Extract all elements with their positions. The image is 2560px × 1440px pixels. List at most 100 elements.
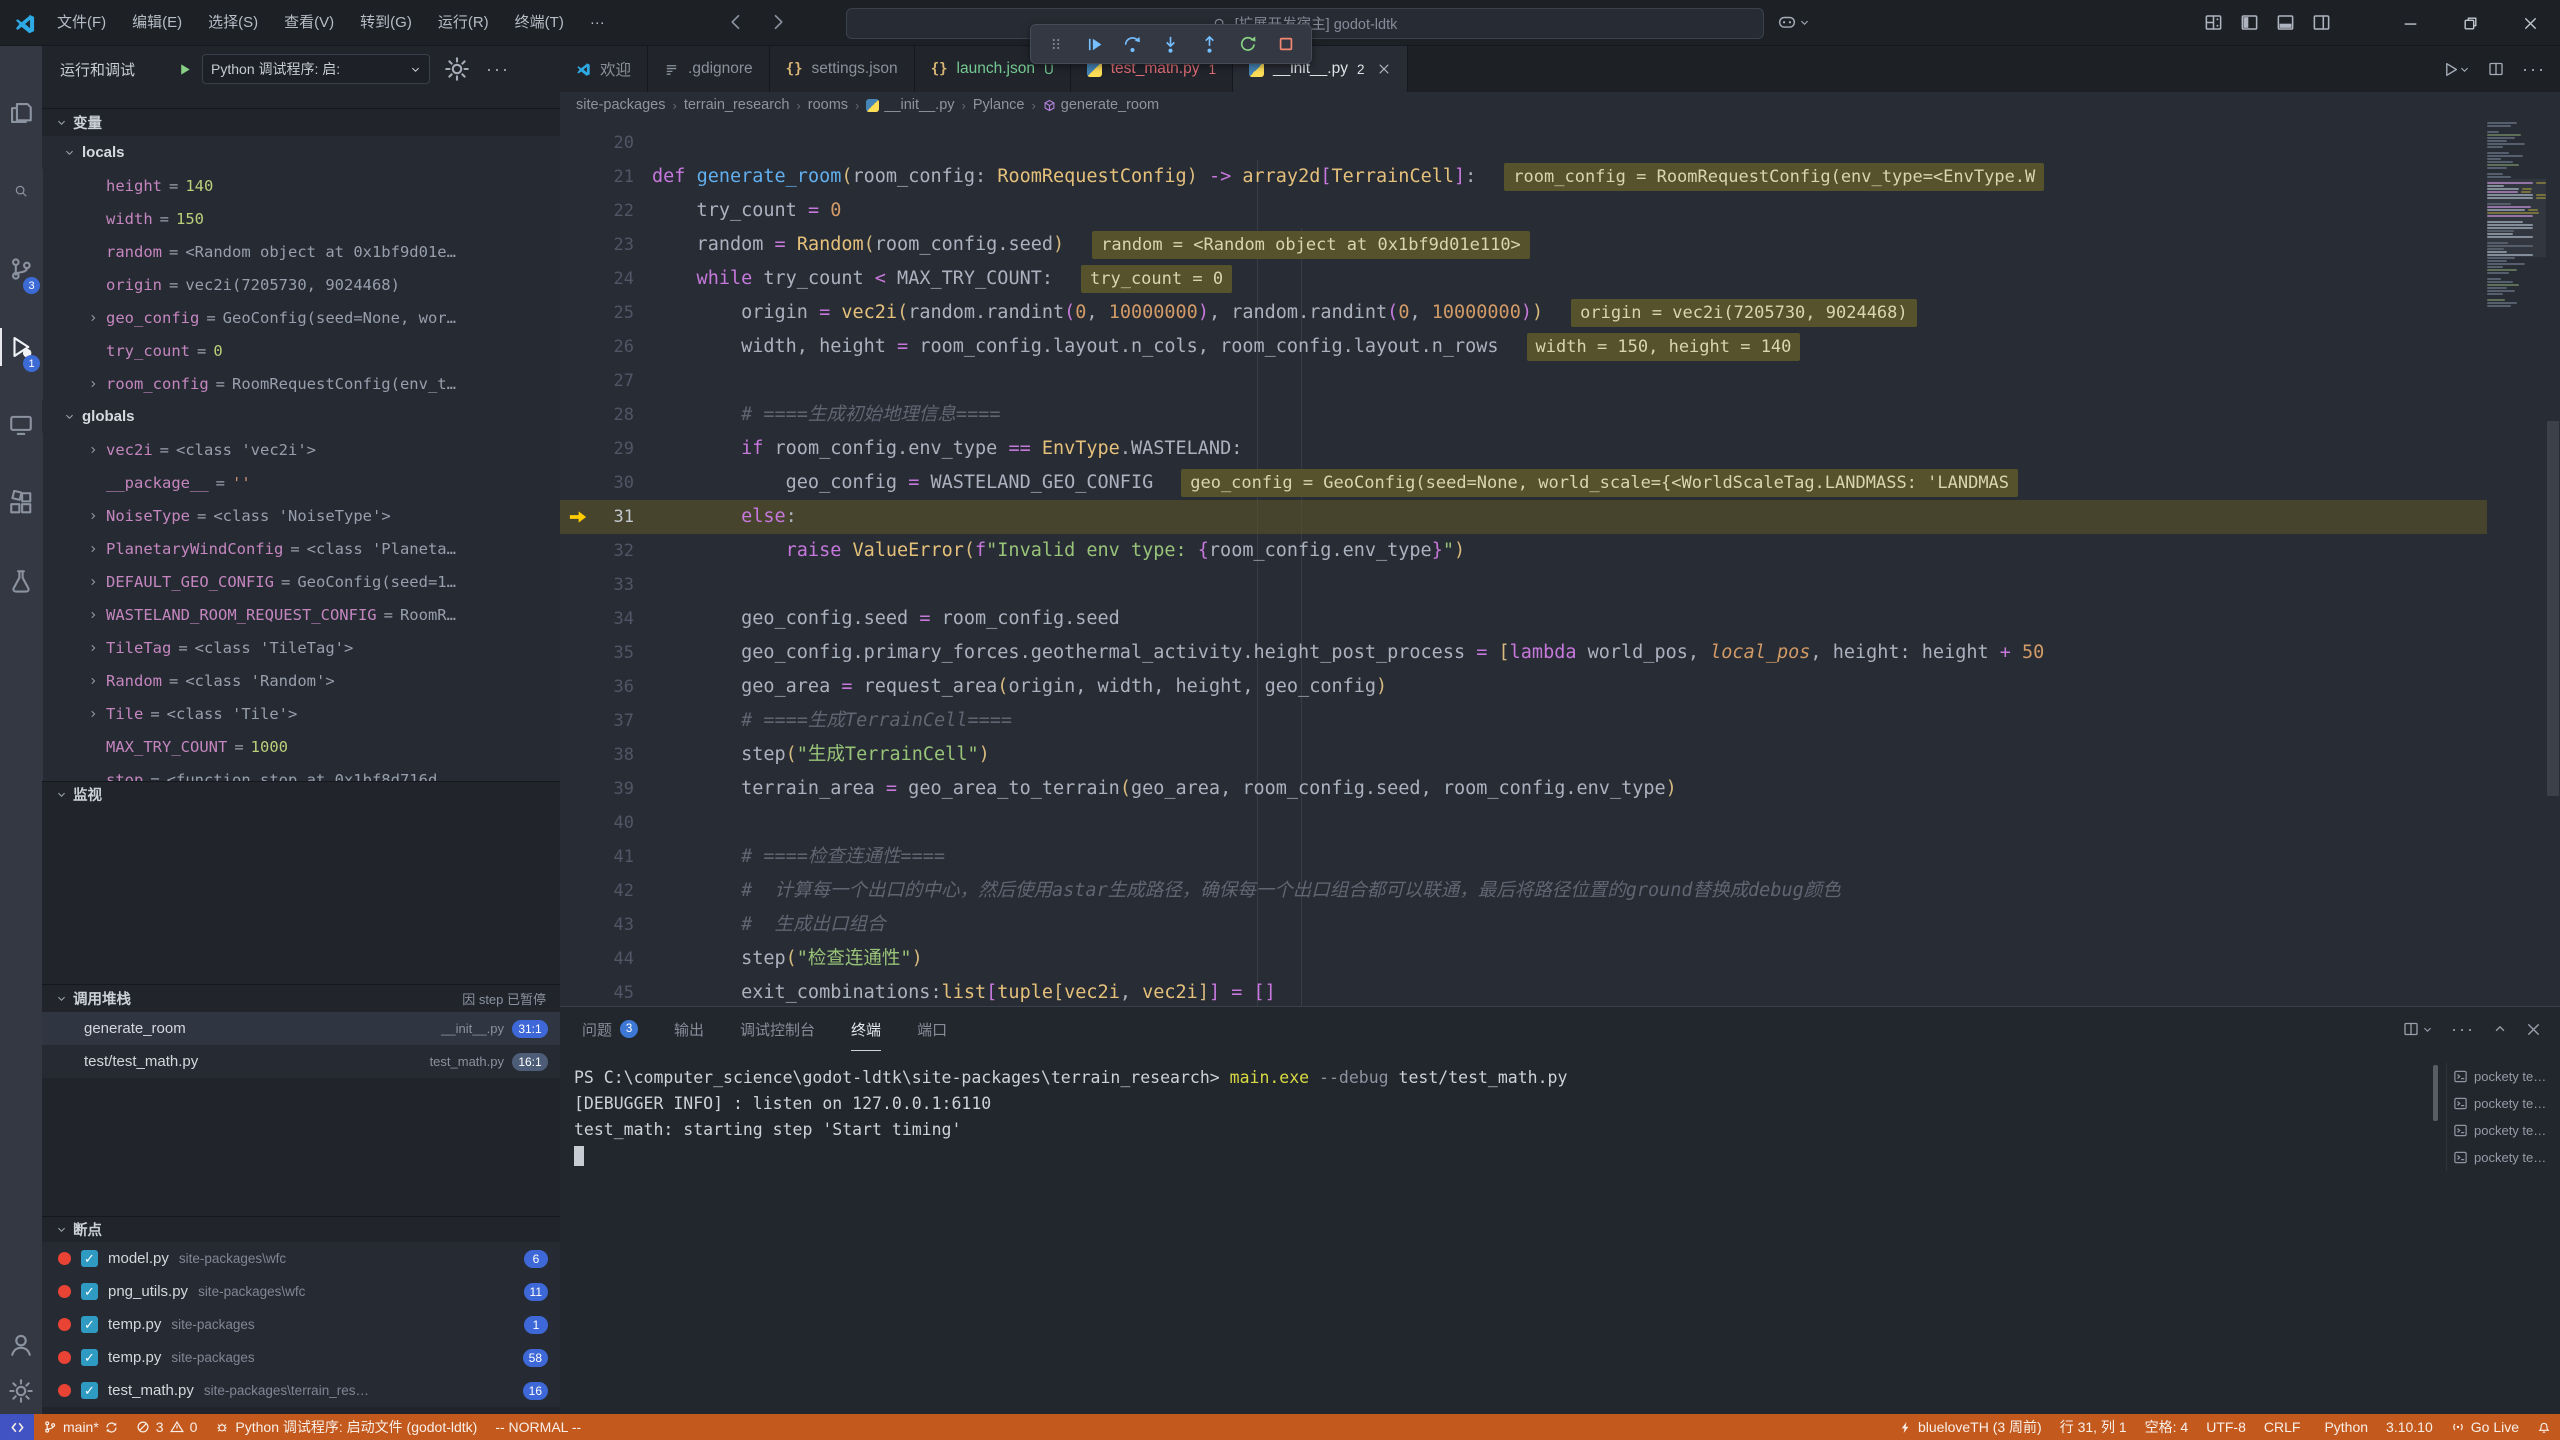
step-into-button[interactable]	[1156, 29, 1186, 59]
split-terminal-button[interactable]	[2403, 1021, 2433, 1037]
status-remote-indicator[interactable]	[0, 1414, 34, 1440]
menu-文件(F)[interactable]: 文件(F)	[44, 0, 119, 46]
status-problems[interactable]: 30	[127, 1414, 207, 1440]
breakpoints-section-header[interactable]: 断点	[42, 1216, 560, 1242]
status-git-blame[interactable]: blueloveTH (3 周前)	[1890, 1414, 2051, 1440]
panel-tab-终端[interactable]: 终端	[851, 1007, 881, 1051]
split-editor-icon[interactable]	[2488, 61, 2504, 77]
stop-button[interactable]	[1271, 29, 1301, 59]
customize-layout-icon[interactable]	[2204, 13, 2223, 32]
menu-选择(S)[interactable]: 选择(S)	[195, 0, 271, 46]
more-actions-icon[interactable]: ···	[2522, 59, 2546, 80]
status-cursor-position[interactable]: 行 31, 列 1	[2051, 1414, 2136, 1440]
variable-row[interactable]: room_config=RoomRequestConfig(env_t…	[42, 367, 560, 400]
menu-查看(V)[interactable]: 查看(V)	[271, 0, 347, 46]
editor-scrollbar[interactable]	[2546, 118, 2560, 1006]
breakpoint-row[interactable]: ✓model.pysite-packages\wfc6	[42, 1242, 560, 1275]
menu-···[interactable]: ···	[577, 0, 618, 46]
variable-row[interactable]: DEFAULT_GEO_CONFIG=GeoConfig(seed=1…	[42, 565, 560, 598]
copilot-button[interactable]	[1778, 13, 1810, 31]
activity-search[interactable]	[0, 152, 42, 230]
status-vim-mode[interactable]: -- NORMAL --	[486, 1414, 590, 1440]
variables-section-header[interactable]: 变量	[42, 108, 560, 136]
activity-remote-explorer[interactable]	[0, 386, 42, 464]
breakpoint-checkbox[interactable]: ✓	[81, 1250, 98, 1267]
restore-button[interactable]	[2440, 0, 2500, 46]
variable-row[interactable]: __package__=''	[42, 466, 560, 499]
terminal-instance[interactable]: pockety te…	[2453, 1090, 2556, 1117]
breadcrumb-item[interactable]: terrain_research	[684, 97, 790, 113]
status-debug-session[interactable]: Python 调试程序: 启动文件 (godot-ldtk)	[206, 1414, 486, 1440]
stack-frame[interactable]: test/test_math.pytest_math.py16:1	[42, 1045, 560, 1078]
menu-编辑(E)[interactable]: 编辑(E)	[119, 0, 195, 46]
status-go-live[interactable]: Go Live	[2442, 1414, 2528, 1440]
toggle-sidebar-icon[interactable]	[2240, 13, 2259, 32]
maximize-panel-icon[interactable]	[2493, 1022, 2507, 1036]
activity-accounts[interactable]	[0, 1322, 42, 1368]
variable-row[interactable]: geo_config=GeoConfig(seed=None, wor…	[42, 301, 560, 334]
terminal-output[interactable]: PS C:\computer_science\godot-ldtk\site-p…	[574, 1065, 2430, 1406]
variable-row[interactable]: NoiseType=<class 'NoiseType'>	[42, 499, 560, 532]
activity-extensions[interactable]	[0, 464, 42, 542]
status-eol[interactable]: CRLF	[2255, 1414, 2310, 1440]
tab-settings.json[interactable]: {}settings.json	[770, 46, 915, 92]
activity-testing[interactable]	[0, 542, 42, 620]
variable-row[interactable]: TileTag=<class 'TileTag'>	[42, 631, 560, 664]
breakpoint-checkbox[interactable]: ✓	[81, 1283, 98, 1300]
toggle-panel-icon[interactable]	[2276, 13, 2295, 32]
close-panel-icon[interactable]	[2525, 1021, 2542, 1038]
variable-row[interactable]: PlanetaryWindConfig=<class 'Planeta…	[42, 532, 560, 565]
variable-row[interactable]: origin=vec2i(7205730, 9024468)	[42, 268, 560, 301]
code-editor[interactable]: site-packages›terrain_research›rooms› __…	[560, 92, 2560, 1006]
status-indentation[interactable]: 空格: 4	[2136, 1414, 2198, 1440]
variable-row[interactable]: width=150	[42, 202, 560, 235]
status-encoding[interactable]: UTF-8	[2197, 1414, 2255, 1440]
menu-转到(G)[interactable]: 转到(G)	[347, 0, 425, 46]
minimize-button[interactable]	[2380, 0, 2440, 46]
variable-group[interactable]: locals	[42, 136, 560, 169]
minimap-viewport[interactable]	[2487, 179, 2546, 257]
menu-终端(T)[interactable]: 终端(T)	[502, 0, 577, 46]
breadcrumb-item[interactable]: __init__.py	[866, 97, 954, 113]
variable-row[interactable]: Random=<class 'Random'>	[42, 664, 560, 697]
toggle-secondary-sidebar-icon[interactable]	[2312, 13, 2331, 32]
debug-config-select[interactable]: Python 调试程序: 启:	[202, 54, 430, 84]
breakpoint-row[interactable]: ✓temp.pysite-packages1	[42, 1308, 560, 1341]
activity-run-and-debug[interactable]: 1	[0, 308, 42, 386]
close-icon[interactable]	[1377, 62, 1391, 76]
panel-tab-问题[interactable]: 问题3	[582, 1007, 638, 1051]
stack-frame[interactable]: generate_room__init__.py31:1	[42, 1012, 560, 1045]
callstack-section-header[interactable]: 调用堆栈 因 step 已暂停	[42, 984, 560, 1012]
terminal-instance[interactable]: pockety te…	[2453, 1117, 2556, 1144]
more-actions-icon[interactable]: ···	[2451, 1019, 2475, 1040]
breadcrumb-item[interactable]: rooms	[808, 97, 848, 113]
more-actions-icon[interactable]: ···	[486, 59, 510, 80]
forward-arrow-icon[interactable]	[768, 12, 788, 32]
code-area[interactable]: 2021def generate_room(room_config: RoomR…	[560, 118, 2560, 1006]
terminal-instance[interactable]: pockety te…	[2453, 1144, 2556, 1171]
continue-button[interactable]	[1079, 29, 1109, 59]
drag-handle[interactable]	[1041, 29, 1071, 59]
activity-manage[interactable]	[0, 1368, 42, 1414]
tab-欢迎[interactable]: 欢迎	[560, 46, 648, 92]
breakpoint-row[interactable]: ✓test_math.pysite-packages\terrain_res…1…	[42, 1374, 560, 1407]
tab-.gdignore[interactable]: .gdignore	[648, 46, 770, 92]
variable-row[interactable]: MAX_TRY_COUNT=1000	[42, 730, 560, 763]
variable-row[interactable]: Tile=<class 'Tile'>	[42, 697, 560, 730]
breadcrumb-item[interactable]: Pylance	[973, 97, 1025, 113]
restart-button[interactable]	[1233, 29, 1263, 59]
start-debug-icon[interactable]	[177, 62, 192, 77]
terminal-instance[interactable]: pockety te…	[2453, 1063, 2556, 1090]
status-language-mode[interactable]: Python	[2309, 1414, 2377, 1440]
activity-source-control[interactable]: 3	[0, 230, 42, 308]
breakpoint-checkbox[interactable]: ✓	[81, 1382, 98, 1399]
status-git-branch[interactable]: main*	[34, 1414, 127, 1440]
minimap[interactable]	[2487, 118, 2546, 1006]
activity-explorer[interactable]	[0, 74, 42, 152]
breadcrumb-item[interactable]: site-packages	[576, 97, 665, 113]
variable-row[interactable]: height=140	[42, 169, 560, 202]
step-out-button[interactable]	[1194, 29, 1224, 59]
menu-运行(R)[interactable]: 运行(R)	[425, 0, 502, 46]
watch-section-header[interactable]: 监视	[42, 781, 560, 807]
run-file-button[interactable]	[2442, 61, 2470, 78]
